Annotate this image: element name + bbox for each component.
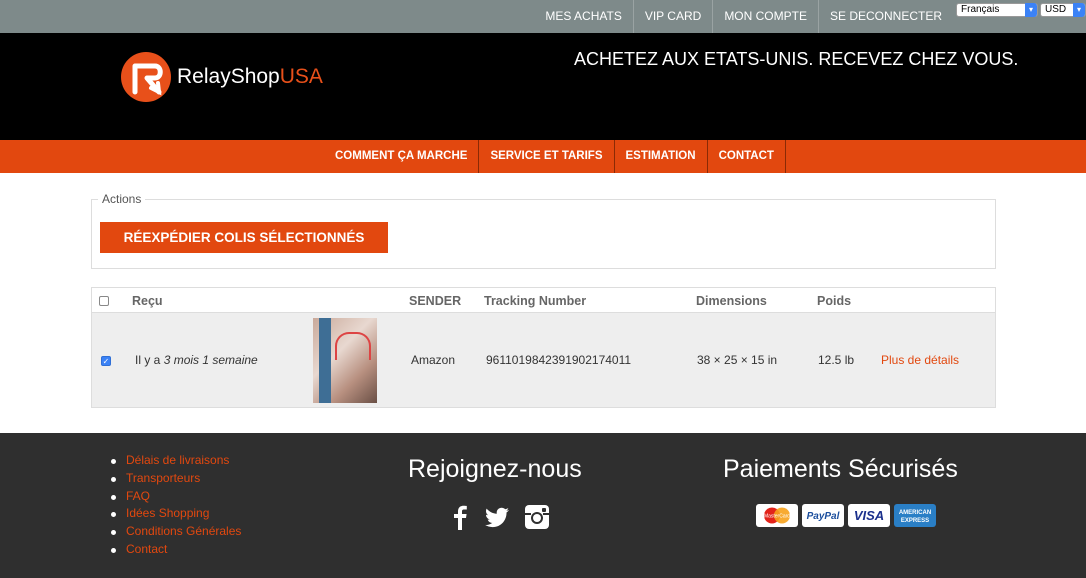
site-header: RelayShopUSA ACHETEZ AUX ETATS-UNIS. REC… <box>0 33 1086 140</box>
footer-link-label: Transporteurs <box>126 470 201 485</box>
footer-link-faq[interactable]: FAQ <box>110 488 241 506</box>
logo-text-accent: USA <box>279 65 323 88</box>
bullet-icon <box>111 494 116 500</box>
language-select[interactable]: Français ▾ <box>956 3 1038 17</box>
column-weight: Poids <box>817 294 852 308</box>
footer-link-label: Idées Shopping <box>126 506 210 521</box>
reship-selected-button[interactable]: RÉEXPÉDIER COLIS SÉLECTIONNÉS <box>100 222 388 253</box>
amex-icon: AMERICAN EXPRESS <box>894 504 936 527</box>
main-nav: COMMENT ÇA MARCHE SERVICE ET TARIFS ESTI… <box>0 140 1086 173</box>
logo-arrow-icon <box>121 52 171 102</box>
logo-text-main: RelayShop <box>177 65 280 88</box>
footer-link-delivery-times[interactable]: Délais de livraisons <box>110 452 241 470</box>
currency-select[interactable]: USD ▾ <box>1040 3 1086 17</box>
mastercard-icon: MasterCard <box>756 504 798 527</box>
actions-legend: Actions <box>98 192 146 206</box>
logo-text: RelayShopUSA <box>177 65 323 89</box>
bullet-icon <box>111 530 116 536</box>
footer-link-carriers[interactable]: Transporteurs <box>110 470 241 488</box>
join-us-title: Rejoignez-nous <box>408 455 582 483</box>
nav-services-pricing[interactable]: SERVICE ET TARIFS <box>479 140 615 173</box>
site-footer: Délais de livraisons Transporteurs FAQ I… <box>0 433 1086 578</box>
nav-my-account[interactable]: MON COMPTE <box>712 0 818 33</box>
chevron-down-icon: ▾ <box>1073 3 1085 17</box>
top-utility-bar: MES ACHATS VIP CARD MON COMPTE SE DECONN… <box>0 0 1086 33</box>
nav-estimation[interactable]: ESTIMATION <box>615 140 708 173</box>
account-nav: MES ACHATS VIP CARD MON COMPTE SE DECONN… <box>534 0 953 33</box>
main-nav-links: COMMENT ÇA MARCHE SERVICE ET TARIFS ESTI… <box>324 140 786 173</box>
amex-label-line2: EXPRESS <box>901 518 929 524</box>
column-dimensions: Dimensions <box>696 294 767 308</box>
sender-cell: Amazon <box>411 353 456 367</box>
tagline: ACHETEZ AUX ETATS-UNIS. RECEVEZ CHEZ VOU… <box>574 49 1019 69</box>
column-tracking: Tracking Number <box>484 294 587 308</box>
package-photo[interactable] <box>313 318 377 403</box>
site-logo[interactable]: RelayShopUSA <box>121 52 323 102</box>
row-select-checkbox[interactable]: ✓ <box>101 356 111 366</box>
mastercard-label: MasterCard <box>764 514 790 520</box>
nav-how-it-works[interactable]: COMMENT ÇA MARCHE <box>324 140 480 173</box>
instagram-icon[interactable] <box>523 503 551 531</box>
select-all-checkbox[interactable] <box>99 296 109 306</box>
column-received: Reçu <box>132 294 163 308</box>
details-link[interactable]: Plus de détails <box>881 353 959 367</box>
visa-label: VISA <box>854 508 884 523</box>
paypal-label: PayPal <box>807 511 840 522</box>
nav-contact[interactable]: CONTACT <box>708 140 786 173</box>
footer-link-label: Contact <box>126 541 168 556</box>
amex-label-line1: AMERICAN <box>899 510 931 516</box>
package-photo-detail <box>335 332 371 360</box>
received-cell: Il y a 3 mois 1 semaine <box>135 353 258 367</box>
footer-links: Délais de livraisons Transporteurs FAQ I… <box>110 452 241 559</box>
packages-table: Reçu SENDER Tracking Number Dimensions P… <box>91 287 996 408</box>
footer-link-label: FAQ <box>126 488 151 503</box>
dimensions-cell: 38 × 25 × 15 in <box>697 353 778 367</box>
received-prefix: Il y a <box>135 353 161 367</box>
chevron-down-icon: ▾ <box>1025 3 1037 17</box>
language-select-value: Français <box>961 4 1000 15</box>
visa-icon: VISA <box>848 504 890 527</box>
weight-cell: 12.5 lb <box>818 353 855 367</box>
bullet-icon <box>111 512 116 518</box>
footer-link-label: Conditions Générales <box>126 524 242 539</box>
table-header: Reçu SENDER Tracking Number Dimensions P… <box>92 288 995 313</box>
footer-link-terms[interactable]: Conditions Générales <box>110 523 241 541</box>
tracking-cell: 9611019842391902174011 <box>486 353 632 367</box>
facebook-icon[interactable] <box>446 503 474 531</box>
paypal-icon: PayPal <box>802 504 844 527</box>
secure-payments-title: Paiements Sécurisés <box>723 455 958 483</box>
table-row: ✓ Il y a 3 mois 1 semaine Amazon 9611019… <box>92 313 995 407</box>
footer-link-label: Délais de livraisons <box>126 453 230 467</box>
column-sender: SENDER <box>409 294 462 308</box>
currency-select-value: USD <box>1045 4 1067 15</box>
package-photo-strip <box>319 318 331 403</box>
bullet-icon <box>111 547 116 553</box>
nav-logout[interactable]: SE DECONNECTER <box>817 0 953 33</box>
twitter-icon[interactable] <box>483 503 511 531</box>
bullet-icon <box>111 476 116 482</box>
footer-link-shopping-ideas[interactable]: Idées Shopping <box>110 505 241 523</box>
nav-vip-card[interactable]: VIP CARD <box>632 0 712 33</box>
bullet-icon <box>111 459 116 464</box>
received-ago: 3 mois 1 semaine <box>163 353 258 367</box>
nav-my-purchases[interactable]: MES ACHATS <box>534 0 632 33</box>
footer-link-contact[interactable]: Contact <box>110 541 241 559</box>
